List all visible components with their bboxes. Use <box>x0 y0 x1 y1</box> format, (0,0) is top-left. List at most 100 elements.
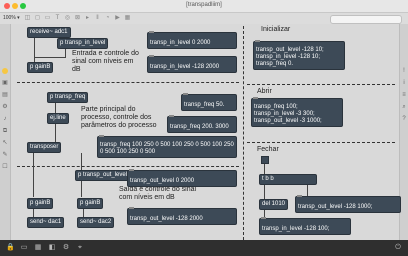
find-icon[interactable]: ⌕ <box>401 104 407 110</box>
patch-cord[interactable] <box>33 153 34 197</box>
close-in-level-message[interactable]: transp_in_level -128 100; <box>259 217 351 235</box>
msg-inlet <box>149 31 154 33</box>
patch-cord[interactable] <box>264 164 265 174</box>
msg-text: transp_freq 50. <box>184 102 225 108</box>
music-icon[interactable]: ♪ <box>2 116 8 122</box>
title-bar: [transpadliim] <box>0 0 408 13</box>
section-divider <box>243 26 244 240</box>
open-label: Abrir <box>257 88 272 95</box>
msg-inlet <box>253 97 258 99</box>
trigger-bb-object[interactable]: t b b <box>259 174 317 185</box>
close-bang-button[interactable] <box>261 156 269 164</box>
patch-cord[interactable] <box>264 185 265 199</box>
transp-freq-msg-2[interactable]: transp_freq 200. 3000 <box>167 115 237 133</box>
process-comment: Parte principal do processo, controle do… <box>81 106 157 129</box>
input-comment: Entrada e controle do sinal com níveis e… <box>72 50 139 73</box>
clue-icon[interactable]: ? <box>401 116 407 122</box>
transp-freq-msg-1[interactable]: transp_freq 50. <box>181 93 237 111</box>
patch-cord[interactable] <box>55 103 56 113</box>
msg-inlet <box>261 217 266 219</box>
patch-cord[interactable] <box>33 209 34 217</box>
patch-cord[interactable] <box>34 38 35 62</box>
send-dac2-object[interactable]: send~ dac2 <box>77 217 115 228</box>
msg-text: transp_freq 100 250 0 500 100 250 0 500 … <box>100 142 234 155</box>
number-icon[interactable]: ▸ <box>84 15 91 22</box>
transp-in-level-object[interactable]: p transp_in_level <box>57 38 109 49</box>
wrench-icon[interactable]: ✎ <box>2 152 8 158</box>
msg-text: transp_out_level -128 1000; <box>298 204 373 210</box>
msg-inlet <box>169 115 174 117</box>
msg-inlet <box>129 169 134 171</box>
transp-out-level-msg-1[interactable]: transp_out_level 0 2000 <box>127 169 237 187</box>
info-icon[interactable]: i <box>401 80 407 86</box>
inspector-icon[interactable]: ! <box>401 68 407 74</box>
comment-icon[interactable]: T <box>54 15 61 22</box>
toggle-icon[interactable]: ⊠ <box>74 15 81 22</box>
new-object-icon[interactable]: ◻ <box>34 15 41 22</box>
power-icon[interactable]: ⏻ <box>394 244 402 252</box>
object-icon[interactable]: ▣ <box>2 80 8 86</box>
message-icon[interactable]: ▤ <box>2 92 8 98</box>
layers-icon[interactable]: ≡ <box>401 92 407 98</box>
patch-cord[interactable] <box>34 57 66 58</box>
ej-line-object[interactable]: ej.line <box>47 113 69 124</box>
gainB-out-object-2[interactable]: p gainB <box>77 198 104 209</box>
transp-out-level-msg-2[interactable]: transp_out_level -128 2000 <box>127 207 237 225</box>
patch-cord[interactable] <box>55 124 56 142</box>
transp-in-level-msg-2[interactable]: transp_in_level -128 2000 <box>147 55 237 73</box>
slider-icon[interactable]: ‖ <box>94 15 101 22</box>
debug-icon[interactable]: ⚙ <box>62 244 70 252</box>
msg-inlet <box>129 207 134 209</box>
msg-inlet <box>99 135 104 137</box>
section-divider-h1 <box>17 82 239 83</box>
zoom-level[interactable]: 100% ▾ <box>3 15 20 21</box>
send-dac1-object[interactable]: send~ dac1 <box>27 217 65 228</box>
grid-icon[interactable]: ▦ <box>124 15 131 22</box>
close-label: Fechar <box>257 146 279 153</box>
init-label: Inicializar <box>261 26 291 33</box>
patcher-canvas[interactable]: receive~ adc1 p transp_in_level p gainB … <box>11 24 401 240</box>
transp-in-level-msg-1[interactable]: transp_in_level 0 2000 <box>147 31 237 49</box>
msg-inlet <box>149 55 154 57</box>
media-icon[interactable]: ▶ <box>114 15 121 22</box>
lock-icon[interactable]: 🔒 <box>6 244 15 252</box>
transp-out-level-object[interactable]: p transp_out_level <box>75 170 131 181</box>
transp-freq-object[interactable]: p transp_freq <box>47 92 89 103</box>
patch-cord[interactable] <box>83 209 84 217</box>
button-icon[interactable]: ◎ <box>64 15 71 22</box>
gear-icon[interactable]: ⚙ <box>2 104 8 110</box>
open-message[interactable]: transp_freq 100; transp_in_level -3 300;… <box>251 97 343 127</box>
lock-icon[interactable]: ◫ <box>24 15 31 22</box>
msg-text: transp_in_level -128 2000 <box>150 64 220 70</box>
left-sidebar: ▣ ▤ ⚙ ♪ ⧉ ↖ ✎ ☐ <box>0 24 11 240</box>
close-out-level-message[interactable]: transp_out_level -128 1000; <box>295 195 401 213</box>
init-message[interactable]: transp_out_level -128 10; transp_in_leve… <box>253 40 345 70</box>
section-divider-h2 <box>17 166 239 167</box>
msg-inlet <box>297 195 302 197</box>
transp-freq-msg-3[interactable]: transp_freq 100 250 0 500 100 250 0 500 … <box>97 135 237 158</box>
msg-text: transp_freq 200. 3000 <box>170 124 229 130</box>
pointer-icon[interactable]: ↖ <box>2 140 8 146</box>
section-divider-h4 <box>247 142 395 143</box>
receive-adc1-object[interactable]: receive~ adc1 <box>27 27 71 38</box>
package-icon[interactable]: ☐ <box>2 164 8 170</box>
grid-icon[interactable]: ▦ <box>34 244 42 252</box>
section-divider-h3 <box>247 84 395 85</box>
msg-text: transp_in_level 0 2000 <box>150 40 211 46</box>
dial-icon[interactable]: ◔ <box>104 15 111 22</box>
dsp-icon[interactable]: ⧉ <box>2 128 8 134</box>
delay-1010-object[interactable]: del 1010 <box>259 199 289 210</box>
show-hidden-icon[interactable]: ◧ <box>48 244 56 252</box>
transposer-object[interactable]: transposer <box>27 142 62 153</box>
max-patcher-window: [transpadliim] 100% ▾ ◫ ◻ ▭ T ◎ ⊠ ▸ ‖ ◔ … <box>0 0 408 256</box>
window-title: [transpadliim] <box>186 2 222 8</box>
msg-text: transp_freq 100; transp_in_level -3 300;… <box>254 104 322 124</box>
snap-icon[interactable]: ⌖ <box>76 244 84 252</box>
status-indicator-icon[interactable] <box>2 68 8 74</box>
presentation-icon[interactable]: ▭ <box>20 244 28 252</box>
patch-cord[interactable] <box>65 49 66 57</box>
new-message-icon[interactable]: ▭ <box>44 15 51 22</box>
gainB-in-object[interactable]: p gainB <box>27 62 54 73</box>
gainB-out-object-1[interactable]: p gainB <box>27 198 54 209</box>
search-input[interactable] <box>330 15 402 24</box>
